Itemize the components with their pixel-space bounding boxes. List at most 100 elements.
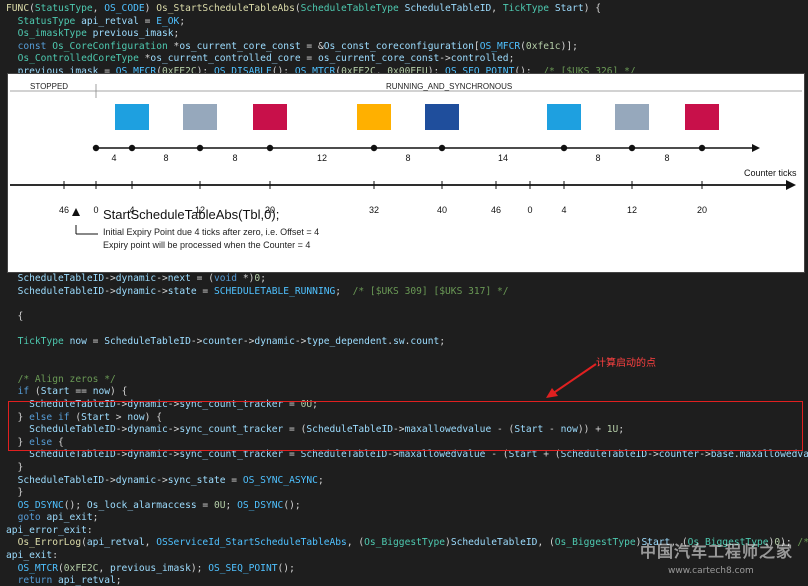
code-token: -> bbox=[104, 285, 116, 297]
code-token: /* Align zeros */ bbox=[17, 373, 116, 385]
code-token: } bbox=[6, 461, 24, 473]
code-token: Start bbox=[554, 3, 584, 14]
tick-label: 12 bbox=[195, 205, 205, 215]
tick-label: 4 bbox=[561, 205, 566, 215]
annotation-arrow-icon bbox=[546, 363, 597, 398]
interval-label: 14 bbox=[498, 153, 508, 163]
code-token: OS_MFCR bbox=[115, 65, 157, 73]
code-token: , ( bbox=[346, 537, 365, 549]
code-line: if (Start == now) { bbox=[0, 386, 808, 399]
code-token: Os_lock_alarmaccess bbox=[86, 499, 197, 511]
call-pointer-head bbox=[72, 208, 80, 216]
expiry-point bbox=[560, 144, 568, 152]
tick-label: 40 bbox=[437, 205, 447, 215]
code-token: : bbox=[52, 550, 58, 562]
interval-label: 8 bbox=[595, 153, 600, 163]
code-token: = bbox=[196, 285, 214, 297]
code-token: -> bbox=[439, 53, 451, 65]
highlight-box bbox=[8, 401, 803, 451]
code-token: * bbox=[167, 40, 180, 52]
code-token: *) bbox=[237, 273, 255, 284]
annotation-label: 计算启动的点 bbox=[596, 358, 656, 369]
code-token: count bbox=[410, 335, 440, 347]
code-token: , ( bbox=[537, 537, 555, 549]
code-token: ScheduleTableID bbox=[17, 285, 105, 297]
code-token: (); bbox=[277, 562, 295, 574]
tick-label: 46 bbox=[491, 205, 501, 215]
axis-arrowhead bbox=[786, 180, 796, 190]
watermark-text: 中国汽车工程师之家 bbox=[640, 542, 794, 561]
code-token: ) { bbox=[110, 386, 128, 398]
code-token: -> bbox=[156, 474, 168, 486]
interval-label: 8 bbox=[232, 153, 237, 163]
code-token: = bbox=[196, 499, 214, 511]
code-line: { bbox=[0, 311, 808, 324]
interval-label: 12 bbox=[317, 153, 327, 163]
stopped-label: STOPPED bbox=[30, 82, 68, 91]
code-token: E_OK bbox=[156, 15, 180, 27]
code-token: os_current_controlled_core bbox=[150, 53, 301, 65]
code-token: ) { bbox=[583, 3, 602, 14]
code-token: Os_imaskType bbox=[17, 28, 87, 40]
code-token: dynamic bbox=[115, 285, 157, 297]
code-token: ; bbox=[115, 575, 122, 586]
tick-label: 4 bbox=[129, 205, 134, 215]
code-token: 0U bbox=[213, 499, 226, 511]
note-line-2: Expiry point will be processed when the … bbox=[103, 240, 310, 250]
expiry-point bbox=[370, 144, 378, 152]
watermark-url: www.cartech8.com bbox=[668, 566, 754, 576]
tick-label: 46 bbox=[59, 205, 69, 215]
code-token: -> bbox=[242, 335, 255, 347]
code-token: ; bbox=[260, 273, 266, 284]
code-token: OS_CODE bbox=[104, 3, 145, 14]
code-token: OS_SEQ_POINT bbox=[445, 65, 515, 73]
code-token: ; bbox=[179, 15, 186, 27]
tick-label: 12 bbox=[627, 205, 637, 215]
code-token: , bbox=[144, 537, 157, 549]
code-token: = bbox=[225, 474, 243, 486]
code-token: Os_StartScheduleTableAbs bbox=[156, 3, 295, 14]
code-token: { bbox=[6, 310, 24, 322]
code-line: ScheduleTableID->dynamic->sync_state = O… bbox=[0, 475, 808, 488]
expiry-box bbox=[253, 104, 287, 130]
code-token: Os_const_coreconfiguration bbox=[323, 40, 474, 52]
code-token: OS_MTCR bbox=[17, 562, 58, 574]
code-token: return bbox=[17, 575, 53, 586]
interval-label: 4 bbox=[111, 153, 116, 163]
code-token: const bbox=[17, 40, 47, 52]
code-token: api_exit bbox=[46, 512, 93, 524]
axis-label: Counter ticks bbox=[744, 168, 797, 178]
code-token: ); bbox=[190, 562, 209, 574]
code-token: dynamic bbox=[115, 474, 157, 486]
expiry-box bbox=[425, 104, 459, 130]
code-token: ); bbox=[427, 65, 446, 73]
code-line: } bbox=[0, 462, 808, 475]
code-token: dynamic bbox=[115, 273, 157, 284]
code-token: TickType bbox=[502, 3, 550, 14]
code-token: (); bbox=[514, 65, 544, 73]
code-editor-top[interactable]: FUNC(StatusType, OS_CODE) Os_StartSchedu… bbox=[0, 3, 808, 73]
tick-label: 20 bbox=[265, 205, 275, 215]
code-token: = bbox=[300, 53, 318, 65]
code-token: OS_DISABLE bbox=[213, 65, 272, 73]
code-line: } bbox=[0, 487, 808, 500]
expiry-box bbox=[115, 104, 149, 130]
code-token: (); bbox=[271, 65, 295, 73]
code-token: api_error_exit bbox=[6, 524, 87, 536]
code-token: -> bbox=[156, 273, 168, 284]
code-token: ; bbox=[335, 285, 353, 297]
code-token: Os_BiggestType bbox=[364, 537, 446, 549]
code-token: StatusType bbox=[34, 3, 93, 14]
code-token: Os_ControlledCoreType bbox=[17, 53, 139, 65]
code-line: return api_retval; bbox=[0, 575, 808, 586]
code-token: -> bbox=[104, 474, 116, 486]
interval-label: 8 bbox=[664, 153, 669, 163]
code-token: -> bbox=[190, 335, 203, 347]
code-line: FUNC(StatusType, OS_CODE) Os_StartSchedu… bbox=[0, 3, 808, 16]
